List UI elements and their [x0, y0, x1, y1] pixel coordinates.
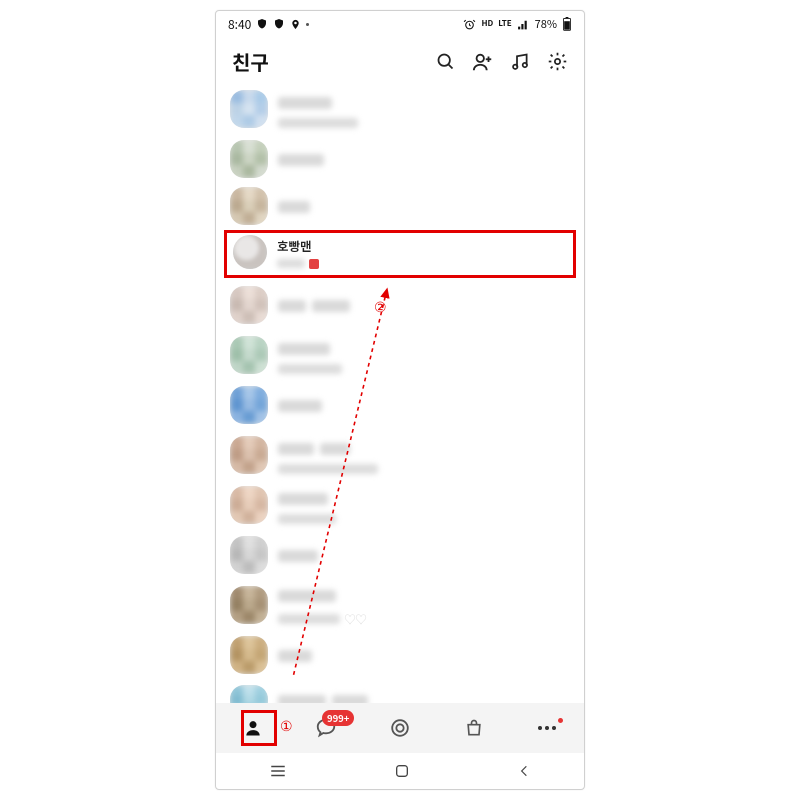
avatar: [230, 636, 268, 674]
list-item[interactable]: [216, 184, 584, 228]
list-item-info: [278, 147, 570, 171]
tab-more[interactable]: [527, 708, 567, 748]
battery-percent: 78%: [535, 16, 557, 32]
list-item-info: [278, 194, 570, 218]
avatar: [230, 685, 268, 703]
status-time: 8:40: [228, 16, 251, 33]
shopping-bag-icon: [464, 718, 484, 738]
tab-shop[interactable]: [454, 708, 494, 748]
home-icon[interactable]: [394, 763, 410, 779]
list-item-info: [278, 486, 570, 524]
alarm-icon: [463, 18, 476, 31]
avatar: [230, 386, 268, 424]
tab-friends[interactable]: [233, 708, 273, 748]
list-item-info: [278, 336, 570, 374]
avatar: [230, 436, 268, 474]
list-item[interactable]: [216, 330, 584, 380]
location-pin-icon: [290, 19, 301, 30]
shield-icon: [256, 18, 268, 30]
music-icon[interactable]: [510, 51, 531, 72]
list-item[interactable]: [216, 280, 584, 330]
list-item-info: [278, 643, 570, 667]
battery-icon: [562, 17, 572, 31]
shield-icon: [273, 18, 285, 30]
list-item[interactable]: [216, 680, 584, 703]
list-item[interactable]: [216, 480, 584, 530]
avatar: [230, 586, 268, 624]
friend-list[interactable]: 호빵맨: [216, 82, 584, 703]
annotation-marker-1: ①: [280, 718, 293, 735]
avatar: [230, 486, 268, 524]
list-item[interactable]: [216, 380, 584, 430]
notification-dot-icon: [558, 718, 563, 723]
avatar: [230, 536, 268, 574]
chat-badge: 999+: [322, 710, 354, 726]
list-item-info: [278, 90, 570, 128]
avatar: [230, 140, 268, 178]
add-friend-icon[interactable]: [472, 51, 494, 73]
more-icon: [538, 726, 556, 730]
search-icon[interactable]: [435, 51, 456, 72]
hearts-icon: ♡♡: [344, 611, 366, 628]
status-bar: 8:40 HD LTE 78%: [216, 11, 584, 37]
phone-frame: 8:40 HD LTE 78% 친구: [215, 10, 585, 790]
hd-indicator: HD: [481, 20, 493, 28]
avatar: [230, 187, 268, 225]
list-item[interactable]: [216, 84, 584, 134]
back-icon[interactable]: [517, 764, 531, 778]
recent-apps-icon[interactable]: [269, 764, 287, 778]
list-item-info: [278, 543, 570, 567]
avatar: [230, 336, 268, 374]
eye-icon: [389, 717, 411, 739]
lte-indicator: LTE: [498, 20, 511, 28]
header-actions: [435, 51, 568, 73]
page-title: 친구: [232, 47, 269, 76]
friend-name: 호빵맨: [277, 236, 567, 255]
list-item-info: [278, 293, 570, 317]
gear-icon[interactable]: [547, 51, 568, 72]
avatar: [230, 286, 268, 324]
list-item[interactable]: [216, 630, 584, 680]
system-nav-bar: [216, 753, 584, 789]
list-item-info: 호빵맨: [277, 236, 567, 269]
person-icon: [243, 718, 263, 738]
list-item-info: ♡♡: [278, 583, 570, 628]
list-item-info: [278, 688, 570, 703]
list-item[interactable]: [216, 430, 584, 480]
list-item[interactable]: ♡♡: [216, 580, 584, 630]
tab-view[interactable]: [380, 708, 420, 748]
list-item-info: [278, 393, 570, 417]
avatar: [230, 90, 268, 128]
highlighted-friend-row[interactable]: 호빵맨: [224, 230, 576, 278]
list-item-info: [278, 436, 570, 474]
tab-chats[interactable]: 999+: [306, 708, 346, 748]
avatar: [233, 235, 267, 269]
app-header: 친구: [216, 37, 584, 82]
bottom-tab-bar: ① 999+: [216, 703, 584, 753]
list-item[interactable]: [216, 530, 584, 580]
overflow-dot-icon: [306, 23, 309, 26]
list-item[interactable]: [216, 134, 584, 184]
signal-icon: [517, 19, 530, 30]
